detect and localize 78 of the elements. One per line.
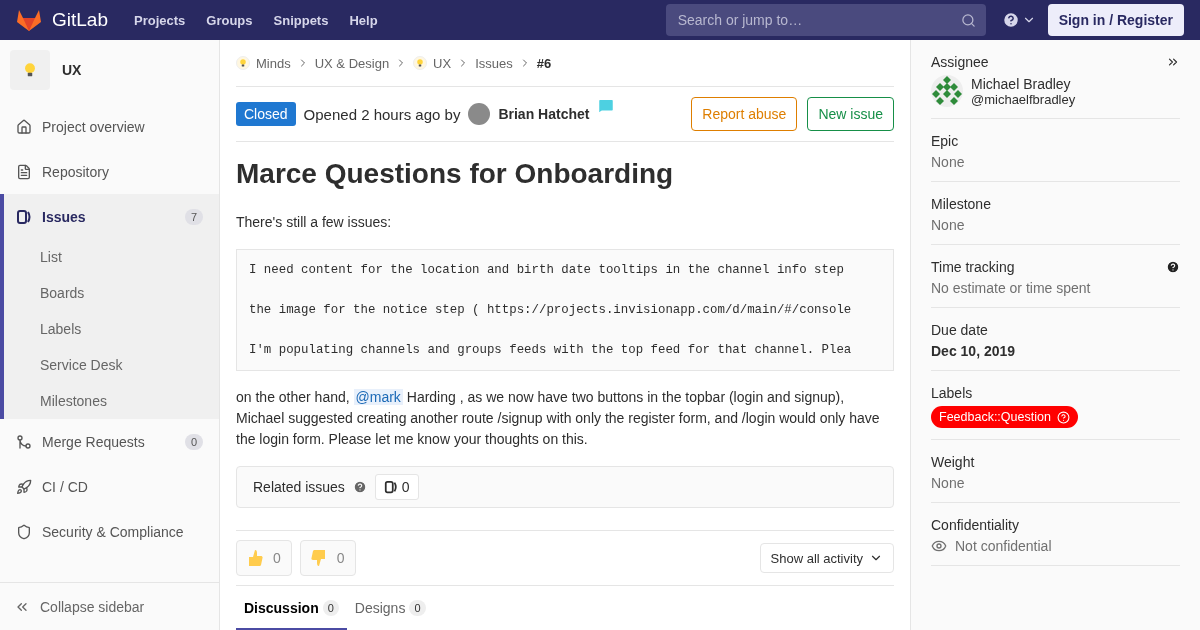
tab[interactable]: Discussion 0 <box>236 586 347 630</box>
eye-icon <box>931 538 947 554</box>
help-icon <box>1056 410 1070 424</box>
assignee-username: @michaelfbradley <box>971 91 1076 107</box>
nav-link[interactable]: Snippets <box>273 12 329 28</box>
sidebar-item[interactable]: CI / CD <box>4 464 219 509</box>
fox-logo-icon <box>16 8 42 32</box>
code-block: I need content for the location and birth date tooltips in the channel info step the image for the notice step ( https://projects.invisionapp.com/d/main/#/console I'm populating channels and groups feeds with the top feed for that channel. Plea <box>236 249 894 371</box>
opened-text: Opened 2 hours ago by <box>303 105 461 123</box>
issue-title: Marce Questions for Onboarding <box>236 158 675 190</box>
issues-icon <box>383 480 398 494</box>
expand-icon[interactable] <box>1166 55 1180 69</box>
related-issues-title: Related issues <box>253 479 345 495</box>
activity-dropdown[interactable]: Show all activity <box>759 543 894 573</box>
breadcrumb-link[interactable]: #6 <box>536 55 552 71</box>
nav-link[interactable]: Projects <box>134 12 186 28</box>
shield-icon <box>16 523 32 540</box>
sidebar-subitem[interactable]: Labels <box>4 311 219 347</box>
search-input[interactable]: Search or jump to… <box>675 11 961 29</box>
thumbs-down-icon <box>310 549 327 567</box>
search-field[interactable]: Search or jump to… <box>665 4 986 36</box>
sidebar-item[interactable]: Issues 7 <box>4 194 219 239</box>
breadcrumb-link[interactable]: Issues <box>475 55 513 71</box>
issues-icon <box>16 208 32 225</box>
field-title: Confidentiality <box>931 517 1019 533</box>
gitlab-logo-text[interactable]: GitLab <box>52 9 108 31</box>
user-mention-link[interactable]: @mark <box>353 389 403 405</box>
sidebar-item[interactable]: Project overview <box>4 104 219 149</box>
help-icon[interactable] <box>1001 11 1020 29</box>
sidebar-subitem[interactable]: Service Desk <box>4 347 219 383</box>
award-button[interactable]: 0 <box>236 540 292 576</box>
sidebar-subitem[interactable]: Boards <box>4 275 219 311</box>
sidebar-item[interactable]: Repository <box>4 149 219 194</box>
field-value: None <box>931 217 966 233</box>
chat-icon <box>597 97 616 115</box>
new-issue-button[interactable]: New issue <box>807 97 894 131</box>
field-title: Labels <box>931 385 973 401</box>
nav-link[interactable]: Help <box>349 12 378 28</box>
field-title: Milestone <box>931 196 991 212</box>
breadcrumb-link[interactable]: Minds <box>236 55 291 71</box>
label-tag[interactable]: Feedback::Question <box>931 406 1078 428</box>
field-value: Dec 10, 2019 <box>931 343 1017 359</box>
thumbs-up-icon <box>247 549 263 567</box>
field-title: Weight <box>931 454 975 470</box>
sidebar-item[interactable]: Merge Requests 0 <box>4 419 219 464</box>
description-paragraph: on the other hand, @mark Harding , as we now have two buttons in the topbar (login and signup), Michael suggested creating another route /signup with only the register form, and /login would only have the login form. Please let me know your thoughts on this. <box>236 388 881 449</box>
sidebar-item[interactable]: Security & Compliance <box>4 509 219 554</box>
breadcrumb-link[interactable]: UX & Design <box>314 55 390 71</box>
nav-link[interactable]: Groups <box>206 12 253 28</box>
award-button[interactable]: 0 <box>299 540 356 576</box>
field-title: Assignee <box>931 54 989 70</box>
field-title: Due date <box>931 322 988 338</box>
sign-in-button[interactable]: Sign in / Register <box>1047 4 1184 36</box>
field-title: Time tracking <box>931 259 1015 275</box>
breadcrumb-link[interactable]: UX <box>413 55 452 71</box>
field-value: None <box>931 154 966 170</box>
count-badge: 7 <box>184 208 203 225</box>
rocket-icon <box>16 478 32 495</box>
description-text: There's still a few issues: <box>236 213 393 232</box>
count-badge: 0 <box>184 433 203 450</box>
related-count: 0 <box>374 474 419 500</box>
document-icon <box>16 163 32 180</box>
tab[interactable]: Designs 0 <box>346 586 434 630</box>
field-value: No estimate or time spent <box>931 280 1092 296</box>
field-value: None <box>931 475 966 491</box>
sidebar-subitem[interactable]: Milestones <box>4 383 219 419</box>
assignee-name[interactable]: Michael Bradley <box>971 75 1076 92</box>
assignee-avatar <box>931 75 963 107</box>
field-value: Not confidential <box>955 538 1052 554</box>
author-avatar[interactable] <box>468 103 491 125</box>
merge-icon <box>16 433 32 450</box>
field-title: Epic <box>931 133 959 149</box>
home-icon <box>16 118 32 135</box>
search-icon <box>960 12 976 28</box>
sidebar-subitem[interactable]: List <box>4 239 219 275</box>
status-badge: Closed <box>236 102 296 126</box>
project-name[interactable]: UX <box>62 62 82 78</box>
author-link[interactable]: Brian Hatchet <box>498 106 590 122</box>
